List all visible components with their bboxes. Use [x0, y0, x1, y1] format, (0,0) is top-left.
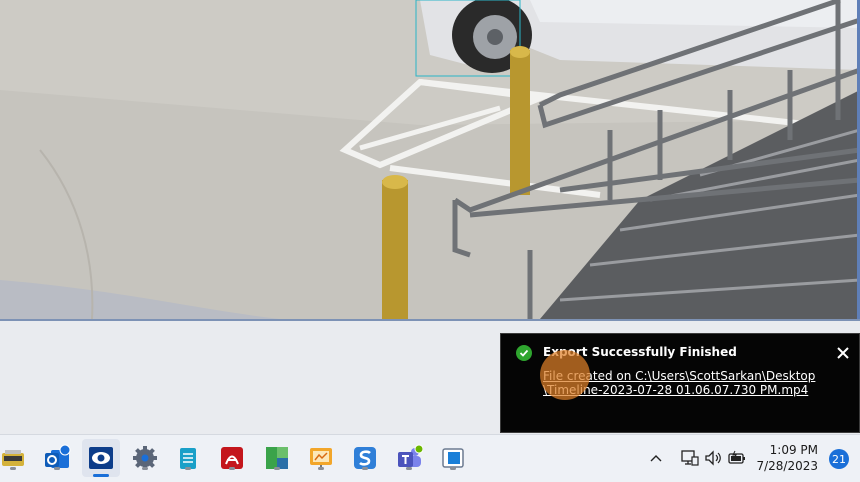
toast-title: Export Successfully Finished [543, 345, 737, 359]
file-link-line-2: \Timeline-2023-07-28 01.06.07.730 PM.mp4 [543, 383, 809, 397]
battery-icon[interactable] [727, 448, 747, 468]
volume-icon[interactable] [703, 448, 723, 468]
camera-frame-image [0, 0, 860, 319]
outlook-icon[interactable] [42, 443, 72, 473]
presentation-icon[interactable] [306, 443, 336, 473]
window-app-icon[interactable] [438, 443, 468, 473]
exported-file-link[interactable]: File created on C:\Users\ScottSarkan\Des… [543, 369, 843, 397]
notepad-icon[interactable] [173, 443, 203, 473]
notification-count-badge[interactable]: 21 [829, 449, 849, 469]
success-check-icon [516, 345, 532, 361]
close-icon[interactable] [837, 347, 849, 359]
system-clock[interactable]: 1:09 PM 7/28/2023 [756, 442, 818, 474]
settings-gear-icon[interactable] [130, 443, 160, 473]
taskbar: 1:09 PM 7/28/2023 21 [0, 434, 860, 482]
network-icon[interactable] [679, 448, 699, 468]
qpdf-icon[interactable] [0, 443, 28, 473]
export-toast-notification[interactable]: Export Successfully Finished File create… [500, 333, 860, 433]
clock-time: 1:09 PM [769, 443, 818, 457]
teams-icon[interactable] [394, 443, 424, 473]
surveillance-viewer-icon[interactable] [82, 439, 120, 477]
file-link-line-1: File created on C:\Users\ScottSarkan\Des… [543, 369, 816, 383]
chevron-up-icon[interactable] [650, 453, 662, 463]
snagit-icon[interactable] [350, 443, 380, 473]
acrobat-icon[interactable] [217, 443, 247, 473]
clock-date: 7/28/2023 [756, 459, 818, 473]
camera-video-view[interactable] [0, 0, 860, 321]
app-green-blue-icon[interactable] [262, 443, 292, 473]
